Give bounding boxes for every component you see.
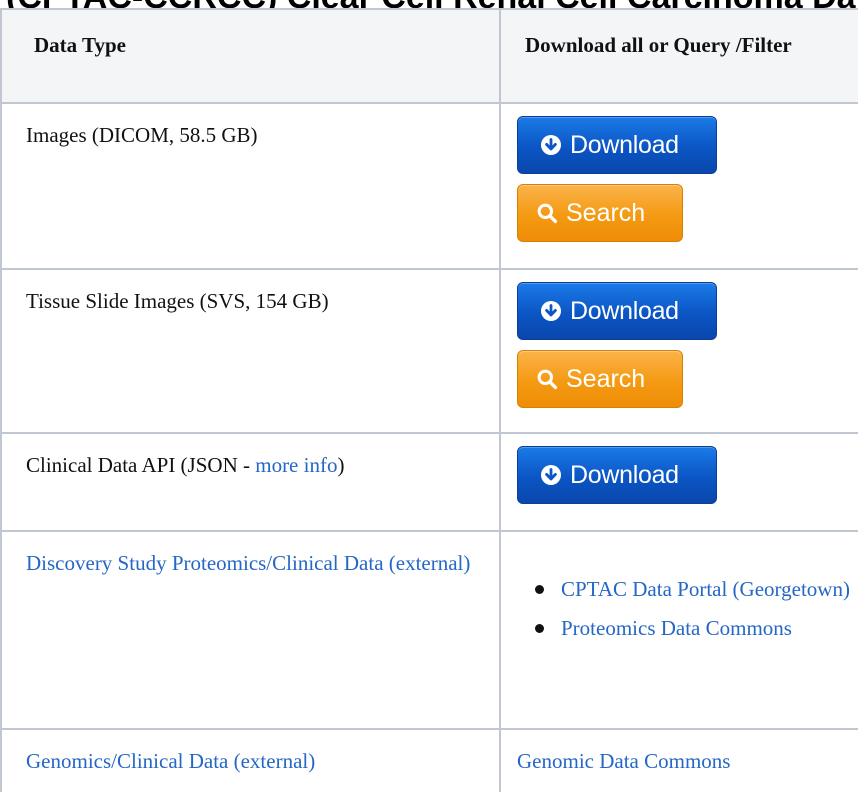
list-item: CPTAC Data Portal (Georgetown): [501, 574, 858, 605]
circle-down-arrow-icon: [540, 134, 562, 156]
table-header-row: Data Type Download all or Query /Filter: [0, 8, 858, 104]
search-button-label: Search: [566, 198, 646, 227]
magnifier-icon: [536, 368, 558, 390]
circle-down-arrow-icon: [540, 300, 562, 322]
header-download-query: Download all or Query /Filter: [499, 8, 858, 104]
cell-genomics-link: Genomic Data Commons: [499, 728, 858, 792]
row-label-suffix: ): [337, 453, 345, 477]
circle-down-arrow-icon: [540, 464, 562, 486]
proteomics-data-commons-link[interactable]: Proteomics Data Commons: [561, 616, 792, 640]
table-row-clinical-api: Clinical Data API (JSON - more info) Dow…: [0, 432, 858, 532]
table-row-genomics: Genomics/Clinical Data (external) Genomi…: [0, 728, 858, 792]
portal-link-list: CPTAC Data Portal (Georgetown) Proteomic…: [501, 532, 858, 644]
row-label: Tissue Slide Images (SVS, 154 GB): [26, 289, 329, 313]
cell-genomics-label: Genomics/Clinical Data (external): [0, 728, 501, 792]
row-label: Images (DICOM, 58.5 GB): [26, 123, 258, 147]
magnifier-icon: [536, 202, 558, 224]
cell-proteomics-links: CPTAC Data Portal (Georgetown) Proteomic…: [499, 530, 858, 730]
table-row-images: Images (DICOM, 58.5 GB) Download Search: [0, 102, 858, 270]
header-data-type-label: Data Type: [34, 33, 126, 57]
row-label: Clinical Data API (JSON - more info): [2, 434, 499, 481]
cell-clinical-api-label: Clinical Data API (JSON - more info): [0, 432, 501, 532]
cell-proteomics-label: Discovery Study Proteomics/Clinical Data…: [0, 530, 501, 730]
cell-images-label: Images (DICOM, 58.5 GB): [0, 102, 501, 270]
bullet-icon: [535, 624, 544, 633]
genomics-clinical-link[interactable]: Genomics/Clinical Data (external): [2, 730, 499, 777]
search-images-button[interactable]: Search: [517, 184, 683, 242]
cell-images-actions: Download Search: [499, 102, 858, 270]
download-button-label: Download: [570, 296, 679, 325]
cell-tissue-actions: Download Search: [499, 268, 858, 434]
header-data-type: Data Type: [0, 8, 501, 104]
download-images-button[interactable]: Download: [517, 116, 717, 174]
data-access-table: Data Type Download all or Query /Filter …: [0, 8, 858, 792]
more-info-link[interactable]: more info: [255, 453, 337, 477]
download-button-label: Download: [570, 130, 679, 159]
proteomics-clinical-link[interactable]: Discovery Study Proteomics/Clinical Data…: [2, 532, 499, 579]
search-button-label: Search: [566, 364, 646, 393]
table-row-tissue-slides: Tissue Slide Images (SVS, 154 GB) Downlo…: [0, 268, 858, 434]
genomic-data-commons-link[interactable]: Genomic Data Commons: [517, 749, 730, 773]
header-download-query-label: Download all or Query /Filter: [525, 33, 792, 57]
cptac-data-portal-link[interactable]: CPTAC Data Portal (Georgetown): [561, 577, 850, 601]
list-item: Proteomics Data Commons: [501, 613, 858, 644]
cell-tissue-label: Tissue Slide Images (SVS, 154 GB): [0, 268, 501, 434]
table-row-proteomics: Discovery Study Proteomics/Clinical Data…: [0, 530, 858, 730]
search-tissue-slides-button[interactable]: Search: [517, 350, 683, 408]
download-button-label: Download: [570, 460, 679, 489]
cell-clinical-api-actions: Download: [499, 432, 858, 532]
row-label-prefix: Clinical Data API (JSON -: [26, 453, 256, 477]
bullet-icon: [535, 585, 544, 594]
download-clinical-api-button[interactable]: Download: [517, 446, 717, 504]
download-tissue-slides-button[interactable]: Download: [517, 282, 717, 340]
